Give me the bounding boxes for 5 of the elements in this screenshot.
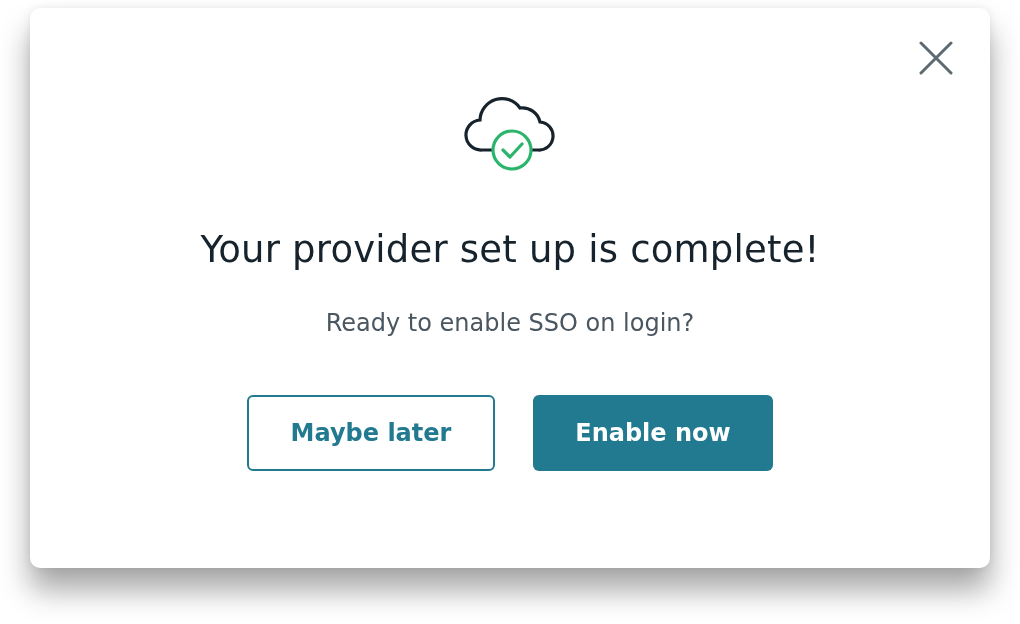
dialog-message: Ready to enable SSO on login? xyxy=(325,309,695,337)
close-button[interactable] xyxy=(918,40,954,76)
enable-button[interactable]: Enable now xyxy=(533,395,773,471)
dialog-title: Your provider set up is complete! xyxy=(200,228,820,271)
later-button[interactable]: Maybe later xyxy=(247,395,495,471)
